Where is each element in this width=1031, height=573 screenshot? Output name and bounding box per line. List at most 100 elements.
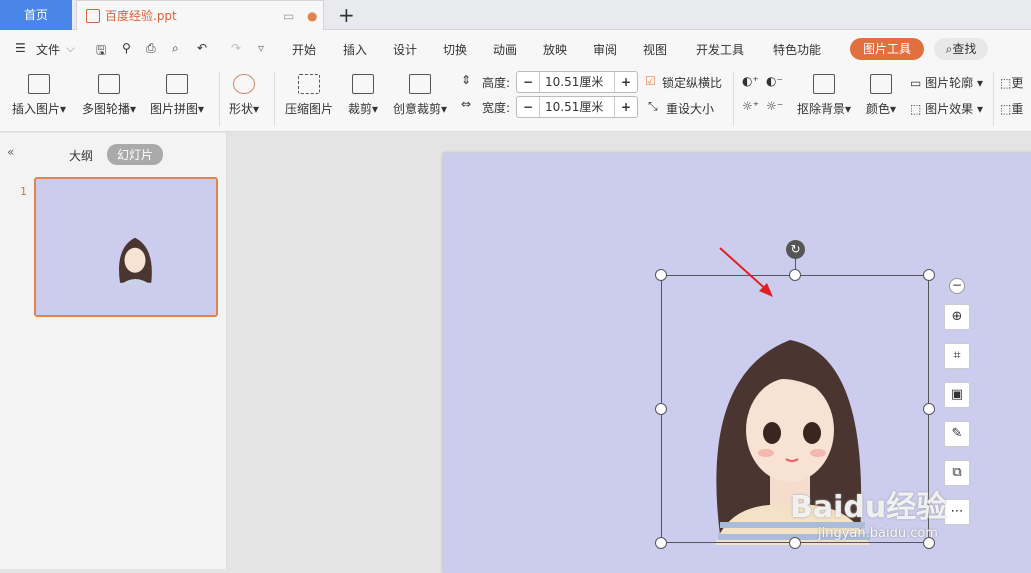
menu-features[interactable]: 特色功能	[773, 41, 821, 58]
watermark-url: jingyan.baidu.com	[818, 526, 938, 541]
undo-icon[interactable]: ↶	[197, 41, 207, 55]
more-pictures-icon[interactable]: ⧉	[944, 460, 970, 486]
outline-icon: ▭	[910, 76, 926, 90]
width-label: 宽度:	[482, 101, 511, 115]
color-icon	[870, 74, 893, 94]
file-menu[interactable]: 文件	[36, 41, 60, 58]
present-icon[interactable]: ▭	[283, 1, 294, 31]
magic-wand-icon	[813, 74, 836, 94]
picture-collage-button[interactable]: 图片拼图▾	[150, 74, 204, 117]
format-painter-icon[interactable]: ⚲	[122, 41, 131, 55]
menu-insert[interactable]: 插入	[343, 41, 367, 58]
redo-icon[interactable]: ↷	[231, 41, 241, 55]
crop-icon	[352, 74, 375, 94]
tab-picture-tools[interactable]: 图片工具	[850, 38, 924, 60]
increase-button[interactable]: +	[615, 75, 637, 89]
new-tab-button[interactable]: +	[338, 3, 355, 27]
label: 形状	[229, 102, 254, 116]
shape-button[interactable]: 形状▾	[229, 74, 259, 117]
edit-picture-icon[interactable]: ✎	[944, 421, 970, 447]
crop-icon[interactable]: ⌗	[944, 343, 970, 369]
label: 多图轮播	[82, 102, 131, 116]
menu-view[interactable]: 视图	[643, 41, 667, 58]
picture-effects-button[interactable]: ⬚ 图片效果 ▾	[910, 100, 983, 117]
label: 抠除背景	[797, 102, 846, 116]
increase-button[interactable]: +	[615, 100, 637, 114]
resize-handle[interactable]	[655, 269, 667, 281]
crop-button[interactable]: 裁剪▾	[348, 74, 378, 117]
tab-outline[interactable]: 大纲	[69, 147, 93, 164]
more-icon[interactable]: ▿	[258, 41, 264, 55]
picture-outline-button[interactable]: ▭ 图片轮廓 ▾	[910, 74, 983, 91]
brightness-down-icon[interactable]: ☼⁻	[766, 99, 783, 113]
resize-handle[interactable]	[655, 537, 667, 549]
menu-start[interactable]: 开始	[292, 41, 316, 58]
divider	[219, 72, 220, 126]
creative-crop-button[interactable]: 创意裁剪▾	[393, 74, 447, 117]
decrease-button[interactable]: −	[517, 75, 539, 89]
menu-animation[interactable]: 动画	[493, 41, 517, 58]
watermark-brand: Baidu经验	[790, 490, 947, 525]
lock-ratio-checkbox[interactable]: ☑	[645, 74, 656, 88]
height-input[interactable]: 10.51厘米	[539, 72, 615, 92]
compress-picture-button[interactable]: 压缩图片	[285, 74, 333, 117]
multi-carousel-button[interactable]: 多图轮播▾	[82, 74, 136, 117]
divider	[733, 72, 734, 126]
print-icon[interactable]: ⎙	[146, 41, 156, 56]
reset-size-icon: ⤡	[648, 99, 658, 113]
unsaved-dot-icon: ●	[307, 9, 318, 23]
reset-size-button[interactable]: 重设大小	[666, 100, 714, 117]
label: 图片效果	[925, 102, 974, 116]
save-icon[interactable]: 🖫	[96, 41, 106, 62]
color-button[interactable]: 颜色▾	[866, 74, 896, 117]
tab-document[interactable]: 百度经验.ppt ▭ ●	[76, 0, 324, 31]
hamburger-icon[interactable]: ☰	[15, 41, 26, 55]
creative-crop-icon	[409, 74, 432, 94]
slide-thumbnail[interactable]	[34, 177, 218, 317]
picture-frame-icon[interactable]: ▣	[944, 382, 970, 408]
menu-review[interactable]: 审阅	[593, 41, 617, 58]
height-stepper[interactable]: −10.51厘米 +	[516, 71, 638, 93]
brightness-up-icon[interactable]: ☼⁺	[742, 99, 759, 113]
remove-background-button[interactable]: 抠除背景▾	[797, 74, 851, 117]
menu-slideshow[interactable]: 放映	[543, 41, 567, 58]
menu-developer[interactable]: 开发工具	[696, 41, 744, 58]
resize-handle[interactable]	[655, 403, 667, 415]
zoom-in-icon[interactable]: ⊕	[944, 304, 970, 330]
tab-slides[interactable]: 幻灯片	[107, 144, 164, 165]
change-picture-button[interactable]: ⬚更	[1000, 74, 1023, 91]
rotate-handle-icon[interactable]: ↻	[786, 240, 805, 259]
label: 创意裁剪	[393, 102, 442, 116]
chevron-down-icon[interactable]: ⌵	[66, 41, 75, 56]
carousel-icon	[98, 74, 121, 94]
collapse-icon[interactable]: «	[7, 145, 14, 159]
search-button[interactable]: ⌕查找	[934, 38, 988, 60]
resize-handle[interactable]	[923, 403, 935, 415]
menu-design[interactable]: 设计	[393, 41, 417, 58]
lock-ratio-label: 锁定纵横比	[662, 76, 723, 90]
collapse-toolbar-icon[interactable]: −	[949, 278, 965, 294]
picture-icon	[28, 74, 51, 94]
resize-handle[interactable]	[923, 269, 935, 281]
tab-home[interactable]: 首页	[0, 0, 72, 30]
label: 裁剪	[348, 102, 373, 116]
insert-picture-button[interactable]: 插入图片▾	[12, 74, 66, 117]
menu-transition[interactable]: 切换	[443, 41, 467, 58]
contrast-down-icon[interactable]: ◐⁻	[766, 74, 783, 88]
print-preview-icon[interactable]: ⌕	[172, 41, 179, 56]
doc-title: 百度经验.ppt	[105, 9, 177, 23]
divider	[274, 72, 275, 126]
resize-handle[interactable]	[789, 537, 801, 549]
ribbon: 插入图片▾ 多图轮播▾ 图片拼图▾ 形状▾ 压缩图片 裁剪▾ 创意裁剪▾ ⇕ 高…	[0, 66, 1031, 132]
resize-handle[interactable]	[789, 269, 801, 281]
decrease-button[interactable]: −	[517, 100, 539, 114]
width-stepper[interactable]: −10.51厘米 +	[516, 96, 638, 118]
width-icon: ⇔	[461, 97, 472, 111]
height-label: 高度:	[482, 76, 511, 90]
width-input[interactable]: 10.51厘米	[539, 97, 615, 117]
reset-picture-button[interactable]: ⬚重	[1000, 100, 1023, 117]
girl-illustration-thumb	[119, 237, 152, 286]
label: 颜色	[866, 102, 891, 116]
picture-options-icon[interactable]: ⋯	[944, 499, 970, 525]
contrast-up-icon[interactable]: ◐⁺	[742, 74, 759, 88]
